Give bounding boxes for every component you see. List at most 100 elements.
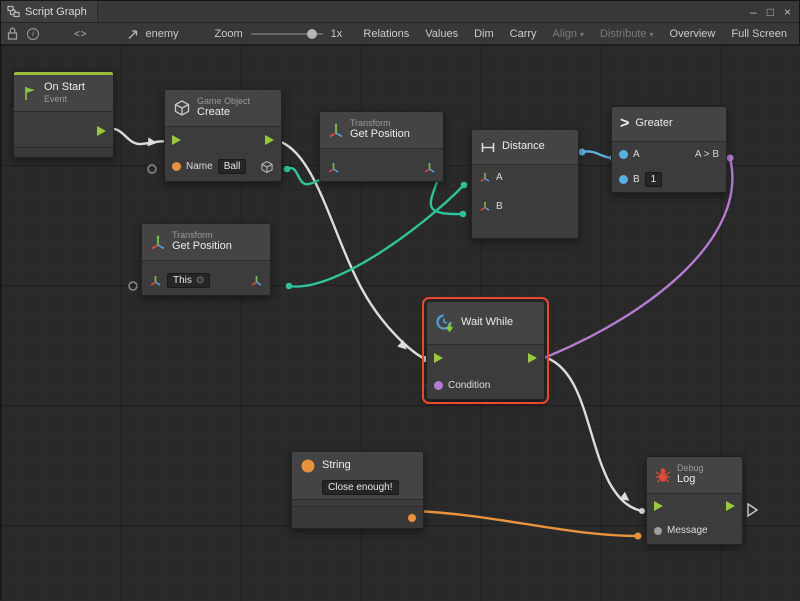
zoom-value: 1x (331, 28, 343, 40)
vector3-output-port[interactable] (423, 161, 436, 174)
node-get-position-b[interactable]: Transform Get Position This (141, 223, 271, 296)
message-label: Message (667, 525, 708, 536)
vector3-output-port[interactable] (250, 274, 263, 287)
graph-toolbar: enemy Zoom 1x Relations Values Dim Carry… (1, 23, 799, 45)
transform-input-port[interactable] (327, 161, 340, 174)
port-label-b: B (496, 201, 503, 212)
graph-canvas[interactable]: On Start Event Game Object Create Name (1, 45, 800, 601)
zoom-slider[interactable] (251, 33, 323, 35)
maximize-button[interactable]: □ (767, 6, 774, 18)
unconnected-port-circle[interactable] (129, 282, 137, 290)
window-title: Script Graph (25, 6, 87, 18)
message-input-port[interactable] (654, 527, 662, 535)
wire-waitwhile-to-log[interactable] (547, 358, 642, 511)
fullscreen-button[interactable]: Full Screen (727, 26, 791, 42)
tab-script-graph[interactable]: Script Graph (1, 1, 98, 22)
node-category: Debug (677, 463, 704, 473)
flow-arrowhead (619, 492, 632, 505)
node-subtitle: Event (44, 94, 85, 104)
port-label-a: A (496, 172, 503, 183)
name-port-label: Name (186, 161, 213, 172)
flow-arrowhead (397, 340, 410, 353)
connection-dot (460, 211, 467, 218)
flow-in-port[interactable] (172, 135, 181, 145)
port-label-b: B (633, 174, 640, 185)
string-value-field[interactable]: Close enough! (322, 480, 399, 495)
node-title: Distance (502, 140, 545, 153)
transform-icon (328, 122, 344, 138)
node-on-start-event[interactable]: On Start Event (13, 71, 114, 158)
close-button[interactable]: × (784, 6, 791, 18)
distribute-button[interactable]: Distribute (596, 26, 657, 42)
cube-icon (173, 99, 191, 117)
flow-out-port[interactable] (265, 135, 274, 145)
gameobject-output-port[interactable] (260, 160, 274, 174)
distance-icon (480, 139, 496, 155)
zoom-label: Zoom (215, 28, 243, 40)
b-value-field[interactable]: 1 (645, 172, 663, 187)
node-string[interactable]: String Close enough! (291, 451, 424, 529)
titlebar: Script Graph – □ × (1, 1, 799, 23)
flag-icon (22, 85, 38, 101)
node-get-position-a[interactable]: Transform Get Position (319, 111, 444, 182)
node-gameobject-create[interactable]: Game Object Create Name Ball (164, 89, 282, 182)
connection-dot (461, 182, 468, 189)
overview-button[interactable]: Overview (666, 26, 720, 42)
connection-dot (286, 283, 293, 290)
name-value-field[interactable]: Ball (218, 159, 247, 174)
node-footer (14, 147, 113, 157)
target-selector[interactable]: This (167, 273, 210, 288)
script-graph-icon (7, 5, 20, 18)
connection-dot (639, 508, 645, 514)
flow-out-port[interactable] (528, 353, 537, 363)
info-icon[interactable] (27, 28, 39, 40)
flow-in-port[interactable] (654, 501, 663, 511)
zoom-slider-knob[interactable] (307, 29, 317, 39)
flow-out-port[interactable] (726, 501, 735, 511)
graph-name: enemy (145, 28, 178, 40)
node-wait-while[interactable]: Wait While Condition (426, 301, 545, 400)
node-title: Get Position (350, 128, 410, 141)
node-distance[interactable]: Distance A B (471, 129, 579, 239)
input-port-a[interactable] (619, 150, 628, 159)
carry-button[interactable]: Carry (506, 26, 541, 42)
wire-getposition-to-distance-b[interactable] (431, 179, 463, 214)
wire-getposition-to-distance-a[interactable] (289, 185, 464, 287)
wait-while-clock-icon (435, 313, 455, 333)
wire-string-to-message[interactable] (413, 511, 638, 536)
relations-button[interactable]: Relations (359, 26, 413, 42)
flow-arrowhead (148, 137, 158, 147)
node-category: Game Object (197, 96, 250, 106)
align-button-label: Align (553, 28, 577, 40)
unconnected-flow-triangle[interactable] (748, 504, 757, 516)
node-title: On Start (44, 81, 85, 94)
condition-input-port[interactable] (434, 381, 443, 390)
vector3-input-port-a[interactable] (479, 171, 491, 183)
node-greater[interactable]: > Greater A A > B B 1 (611, 106, 727, 193)
transform-input-port[interactable] (149, 274, 162, 287)
node-title: Create (197, 106, 250, 119)
vector3-input-port-b[interactable] (479, 200, 491, 212)
wire-start-to-create[interactable] (109, 129, 168, 144)
string-icon (300, 458, 316, 474)
values-button[interactable]: Values (421, 26, 462, 42)
target-value: This (173, 275, 192, 286)
name-input-port[interactable] (172, 162, 181, 171)
input-port-b[interactable] (619, 175, 628, 184)
unconnected-port-circle[interactable] (148, 165, 156, 173)
node-category: Transform (172, 230, 232, 240)
dim-button[interactable]: Dim (470, 26, 498, 42)
wire-distance-to-greater[interactable] (582, 151, 613, 158)
graph-breadcrumb-icon (127, 28, 139, 40)
object-picker-icon[interactable] (196, 275, 204, 286)
string-output-port[interactable] (408, 514, 416, 522)
lock-icon[interactable] (7, 27, 18, 40)
node-debug-log[interactable]: Debug Log Message (646, 456, 743, 545)
align-button[interactable]: Align (549, 26, 588, 42)
output-label: A > B (695, 149, 719, 160)
minimize-button[interactable]: – (750, 6, 757, 18)
flow-in-port[interactable] (434, 353, 443, 363)
code-view-icon[interactable] (74, 28, 85, 40)
flow-out-port[interactable] (97, 126, 106, 136)
condition-label: Condition (448, 380, 490, 391)
